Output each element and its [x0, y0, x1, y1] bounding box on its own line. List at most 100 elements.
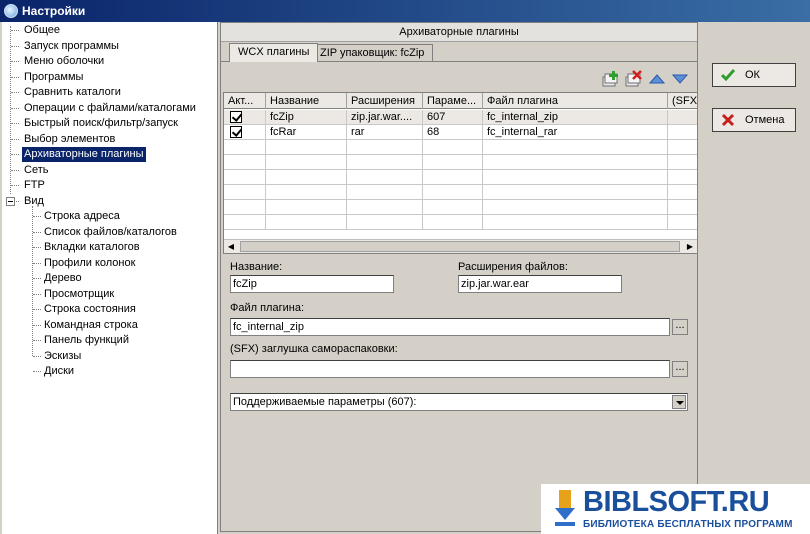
remove-plugin-icon[interactable] [625, 70, 643, 88]
tree-item-6[interactable]: Быстрый поиск/фильтр/запуск [22, 116, 180, 131]
tree-item-21[interactable]: Эскизы [42, 349, 83, 364]
empty-cell [668, 155, 697, 170]
tree-item-16[interactable]: Дерево [42, 271, 84, 286]
add-plugin-icon[interactable] [602, 70, 620, 88]
plugins-grid[interactable]: Акт... Название Расширения Параме... Фай… [223, 92, 698, 254]
empty-cell [266, 200, 347, 215]
tree-item-12[interactable]: Строка адреса [42, 209, 122, 224]
tree-guide [33, 340, 41, 341]
ok-label: ОК [745, 69, 760, 81]
watermark-title: BIBLSOFT.RU [583, 486, 770, 518]
name-cell: fcRar [266, 125, 347, 140]
move-down-icon[interactable] [671, 70, 689, 88]
tree-item-3[interactable]: Программы [22, 70, 85, 85]
active-cell[interactable] [224, 125, 266, 140]
tree-item-5[interactable]: Операции с файлами/каталогами [22, 101, 198, 116]
tree-item-17[interactable]: Просмотрщик [42, 287, 116, 302]
scroll-thumb[interactable] [240, 241, 680, 252]
extensions-field[interactable]: zip.jar.war.ear [458, 275, 622, 293]
tree-item-0[interactable]: Общее [22, 23, 62, 38]
column-header-plugin-file[interactable]: Файл плагина [483, 93, 668, 109]
column-header-name[interactable]: Название [266, 93, 347, 109]
title-bar: Настройки [0, 0, 810, 22]
empty-cell [423, 200, 483, 215]
tree-guide [11, 92, 19, 93]
table-row[interactable]: fcZip zip.jar.war.... 607 fc_internal_zi… [224, 110, 697, 125]
tree-guide [33, 371, 41, 372]
params-dropdown[interactable]: Поддерживаемые параметры (607): [230, 393, 688, 411]
tree-item-7[interactable]: Выбор элементов [22, 132, 117, 147]
cancel-button[interactable]: Отмена [712, 108, 796, 132]
empty-cell [224, 170, 266, 185]
chevron-down-icon[interactable] [672, 395, 686, 409]
empty-cell [224, 215, 266, 230]
empty-row [224, 155, 697, 170]
tree-item-2[interactable]: Меню оболочки [22, 54, 106, 69]
tree-guide [11, 61, 19, 62]
empty-cell [347, 215, 423, 230]
tree-item-22[interactable]: Диски [42, 364, 76, 379]
browse-sfx-button[interactable]: ... [672, 361, 688, 377]
extensions-cell: rar [347, 125, 423, 140]
active-checkbox[interactable] [230, 111, 242, 123]
empty-cell [483, 215, 668, 230]
empty-cell [483, 155, 668, 170]
tree-item-14[interactable]: Вкладки каталогов [42, 240, 142, 255]
empty-cell [266, 140, 347, 155]
plugin-file-field[interactable]: fc_internal_zip [230, 318, 670, 336]
empty-row [224, 140, 697, 155]
name-label: Название: [230, 261, 283, 273]
extensions-label: Расширения файлов: [458, 261, 568, 273]
column-header-extensions[interactable]: Расширения [347, 93, 423, 109]
grid-header: Акт... Название Расширения Параме... Фай… [224, 93, 697, 109]
tab-zip-packer[interactable]: ZIP упаковщик: fcZip [311, 44, 434, 62]
name-cell: fcZip [266, 110, 347, 125]
tree-guide [11, 154, 19, 155]
empty-cell [423, 185, 483, 200]
tree-item-20[interactable]: Панель функций [42, 333, 131, 348]
name-field[interactable]: fcZip [230, 275, 394, 293]
scroll-right-icon[interactable]: ▶ [683, 240, 697, 253]
settings-tree[interactable]: Общее Запуск программы Меню оболочки Програ… [2, 22, 218, 534]
tree-item-9[interactable]: Сеть [22, 163, 50, 178]
tree-item-8[interactable]: Архиваторные плагины [22, 147, 146, 162]
sfx-cell [668, 125, 697, 140]
tree-item-4[interactable]: Сравнить каталоги [22, 85, 123, 100]
empty-cell [668, 185, 697, 200]
tree-guide [11, 138, 19, 140]
column-header-active[interactable]: Акт... [224, 93, 266, 109]
plugins-panel: Архиваторные плагины WCX плагины ZIP упа… [220, 22, 698, 532]
tree-item-18[interactable]: Строка состояния [42, 302, 138, 317]
empty-cell [668, 170, 697, 185]
active-cell[interactable] [224, 110, 266, 125]
scroll-left-icon[interactable]: ◀ [224, 240, 238, 253]
browse-plugin-button[interactable]: ... [672, 319, 688, 335]
tree-item-13[interactable]: Список файлов/каталогов [42, 225, 179, 240]
ok-button[interactable]: ОК [712, 63, 796, 87]
tree-guide [33, 262, 41, 264]
tree-guide [32, 206, 33, 356]
cancel-label: Отмена [745, 114, 785, 126]
column-header-sfx[interactable]: (SFX) [668, 93, 697, 109]
empty-cell [483, 200, 668, 215]
tree-item-1[interactable]: Запуск программы [22, 39, 121, 54]
move-up-icon[interactable] [648, 70, 666, 88]
empty-cell [668, 200, 697, 215]
table-row[interactable]: fcRar rar 68 fc_internal_rar [224, 125, 697, 140]
tab-wcx-plugins[interactable]: WCX плагины [229, 43, 319, 62]
tree-item-11[interactable]: Вид [22, 194, 46, 209]
tree-item-10[interactable]: FTP [22, 178, 47, 193]
active-checkbox[interactable] [230, 126, 242, 138]
sfx-field[interactable] [230, 360, 670, 378]
tree-item-19[interactable]: Командная строка [42, 318, 140, 333]
column-header-params[interactable]: Параме... [423, 93, 483, 109]
empty-cell [266, 155, 347, 170]
watermark: BIBLSOFT.RU БИБЛИОТЕКА БЕСПЛАТНЫХ ПРОГРА… [541, 484, 810, 534]
sfx-label: (SFX) заглушка самораспаковки: [230, 343, 398, 355]
tree-guide [33, 309, 41, 310]
tree-guide [33, 355, 41, 357]
empty-cell [423, 170, 483, 185]
collapse-icon[interactable] [6, 196, 15, 206]
tree-item-15[interactable]: Профили колонок [42, 256, 137, 271]
horizontal-scrollbar[interactable]: ◀ ▶ [224, 239, 697, 253]
